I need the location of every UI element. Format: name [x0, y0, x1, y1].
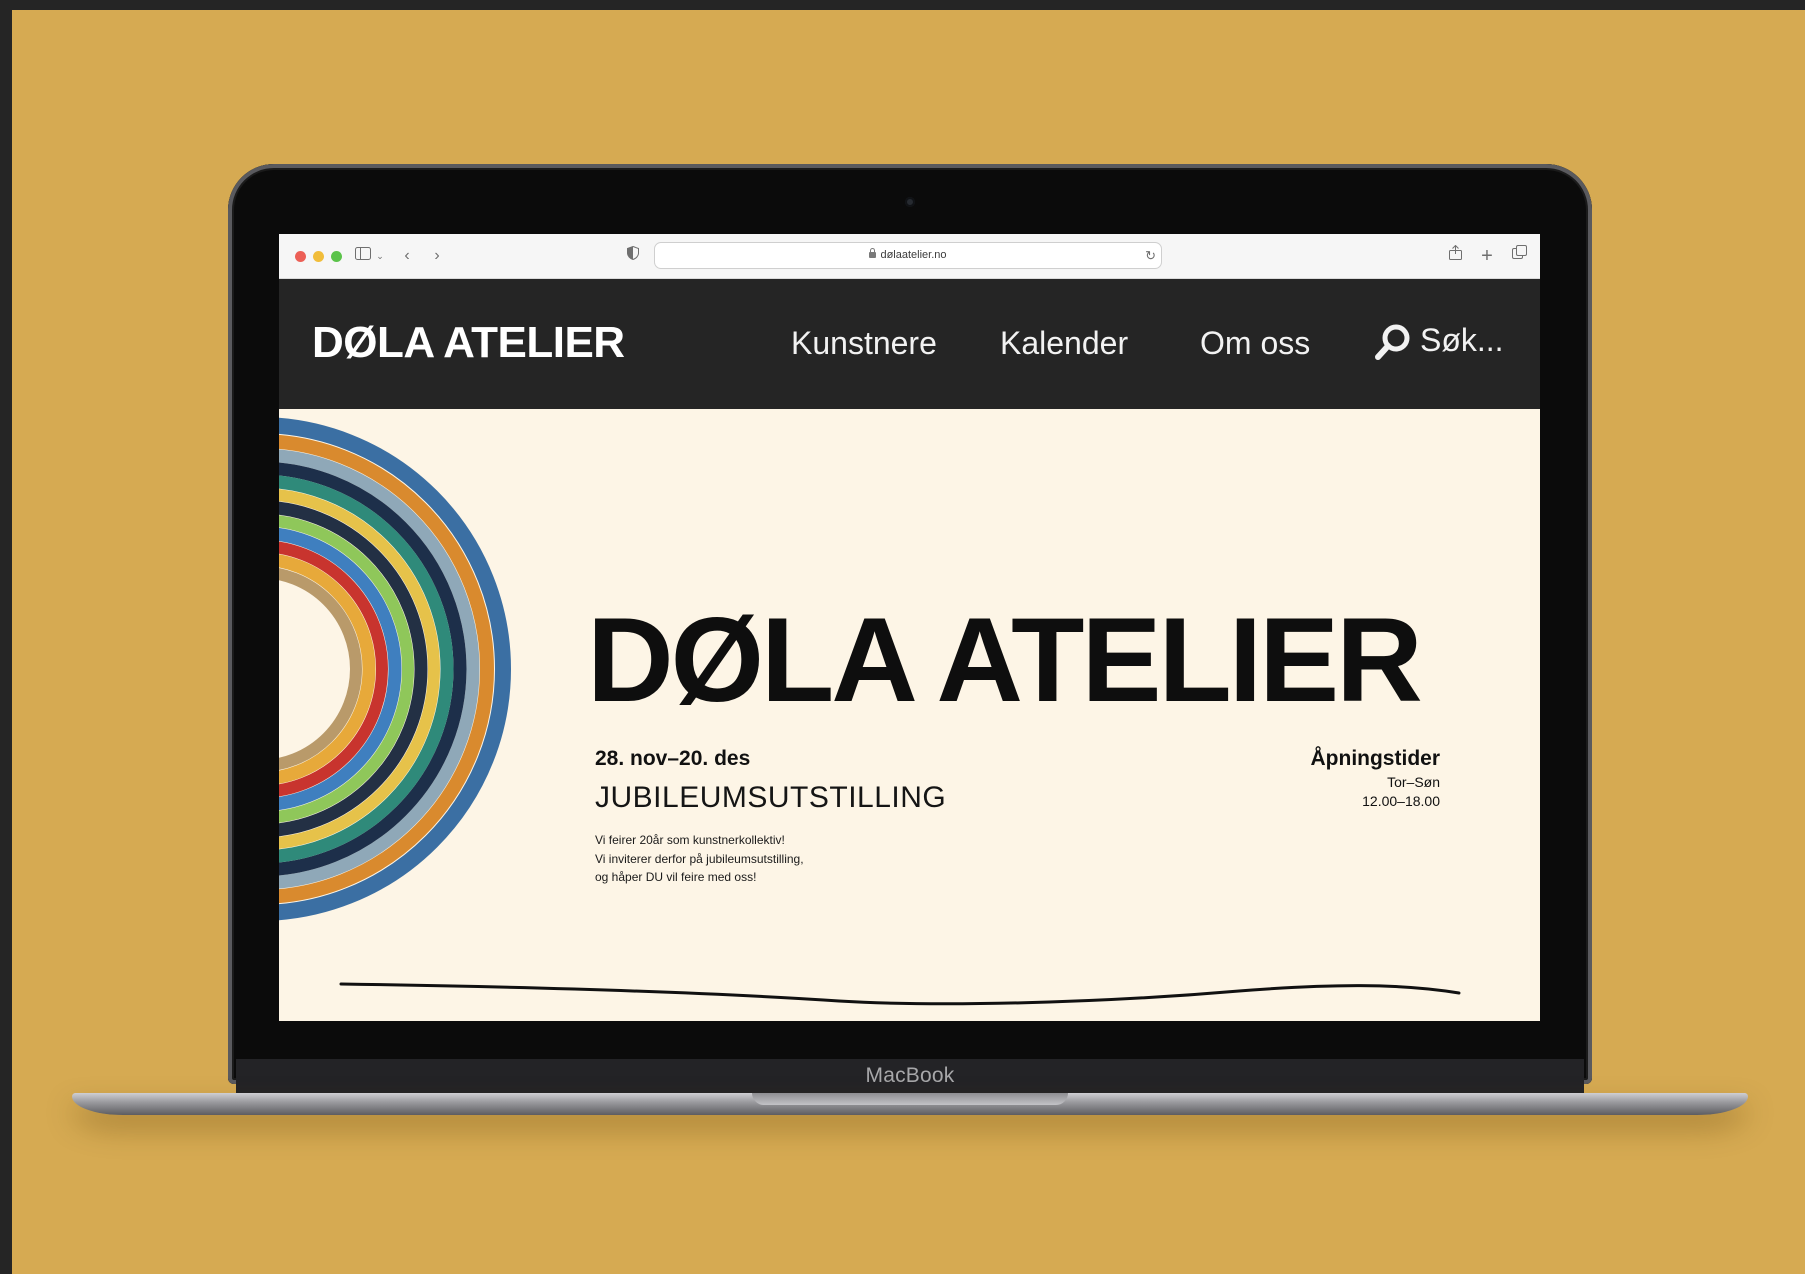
exhibition-title: JUBILEUMSUTSTILLING	[595, 781, 947, 814]
hero-title: DØLA ATELIER	[587, 593, 1423, 727]
nav-item-kunstnere[interactable]: Kunstnere	[791, 319, 937, 367]
hand-drawn-divider	[339, 982, 1461, 1006]
chevron-down-icon[interactable]: ⌄	[375, 245, 385, 267]
opening-hours-title: Åpningstider	[1310, 747, 1441, 770]
lock-icon	[869, 248, 877, 258]
browser-window: ⌄ ‹ › dølaatelier.no ↻ + DØLA ATELIER Ku…	[279, 234, 1540, 1021]
forward-button[interactable]: ›	[427, 245, 447, 267]
tab-overview-icon[interactable]	[1509, 245, 1529, 267]
share-icon[interactable]	[1445, 244, 1465, 267]
url-text: dølaatelier.no	[655, 243, 1161, 268]
nav-item-kalender[interactable]: Kalender	[1000, 319, 1128, 367]
decorative-rings-artwork	[279, 417, 511, 921]
description-line: Vi inviterer derfor på jubileumsutstilli…	[595, 851, 804, 866]
privacy-shield-icon[interactable]	[623, 245, 643, 267]
site-header: DØLA ATELIER Kunstnere Kalender Om oss S…	[279, 279, 1540, 409]
macbook-chin-label: MacBook	[236, 1059, 1584, 1093]
opening-days: Tor–Søn	[1387, 774, 1440, 790]
camera	[905, 197, 915, 207]
laptop-opening-notch	[752, 1093, 1068, 1105]
back-button[interactable]: ‹	[397, 245, 417, 267]
opening-times: 12.00–18.00	[1362, 793, 1440, 809]
nav-item-om-oss[interactable]: Om oss	[1200, 319, 1310, 367]
browser-toolbar: ⌄ ‹ › dølaatelier.no ↻ +	[279, 234, 1540, 279]
exhibition-dates: 28. nov–20. des	[595, 747, 751, 770]
sidebar-toggle-icon[interactable]	[353, 245, 373, 267]
reload-icon[interactable]: ↻	[1145, 243, 1156, 268]
new-tab-icon[interactable]: +	[1477, 245, 1497, 267]
exhibition-description: Vi feirer 20år som kunstnerkollektiv! Vi…	[595, 831, 804, 887]
url-label: dølaatelier.no	[880, 249, 947, 261]
address-bar[interactable]: dølaatelier.no ↻	[654, 242, 1162, 269]
opening-hours: Åpningstider Tor–Søn 12.00–18.00	[1311, 745, 1441, 811]
zoom-window-button[interactable]	[331, 251, 342, 262]
description-line: Vi feirer 20år som kunstnerkollektiv!	[595, 833, 785, 847]
minimize-window-button[interactable]	[313, 251, 324, 262]
description-line: og håper DU vil feire med oss!	[595, 870, 757, 884]
search-label[interactable]: Søk...	[1420, 316, 1504, 364]
site-logo[interactable]: DØLA ATELIER	[312, 312, 625, 374]
search-icon[interactable]	[1375, 323, 1411, 363]
close-window-button[interactable]	[295, 251, 306, 262]
